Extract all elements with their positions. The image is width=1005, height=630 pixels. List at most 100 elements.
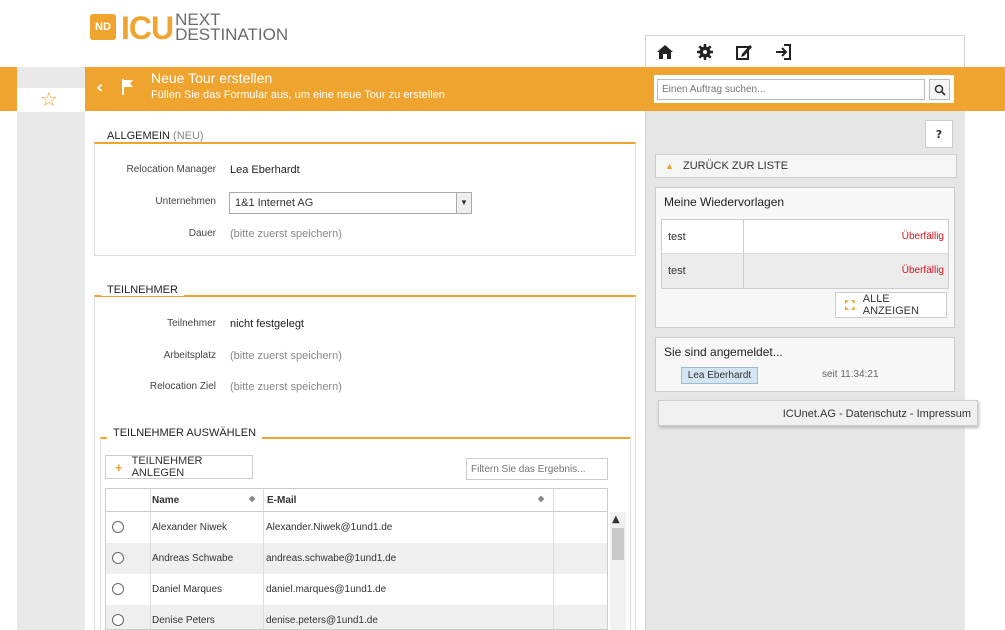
column-divider [263, 543, 264, 574]
gear-icon[interactable] [696, 43, 714, 61]
participants-legend: TEILNEHMER [101, 284, 184, 296]
footer-links[interactable]: ICUnet.AG - Datenschutz - Impressum [658, 400, 978, 426]
page-subtitle: Füllen Sie das Formular aus, um eine neu… [151, 89, 445, 101]
logo-line-2: DESTINATION [175, 25, 289, 44]
left-rail [17, 67, 85, 630]
workplace-label: Arbeitsplatz [163, 350, 216, 361]
table-row[interactable]: Alexander Niwek Alexander.Niwek@1und1.de [106, 512, 607, 543]
reminders-title: Meine Wiedervorlagen [664, 195, 785, 209]
column-divider [150, 543, 151, 574]
sort-icon[interactable]: ◆ [249, 494, 255, 503]
column-divider [263, 512, 264, 543]
column-divider [553, 574, 554, 605]
row-name: Denise Peters [152, 615, 215, 626]
participants-table: Name ◆ E-Mail ◆ Alexander Niwek Alexande… [105, 488, 608, 630]
scroll-up-icon[interactable]: ▲ [612, 514, 620, 525]
column-divider [150, 574, 151, 605]
table-row[interactable]: Andreas Schwabe andreas.schwabe@1und1.de [106, 543, 607, 574]
participant-value: nicht festgelegt [230, 318, 304, 330]
logo-tagline: NEXT DESTINATION [175, 11, 289, 44]
column-divider [743, 220, 744, 253]
reminder-name: test [668, 265, 686, 277]
help-button[interactable]: ? [925, 120, 953, 148]
star-icon[interactable]: ☆ [40, 87, 58, 111]
column-divider [150, 512, 151, 543]
edit-icon[interactable] [735, 43, 753, 61]
column-divider [263, 605, 264, 629]
search-input[interactable] [657, 79, 925, 100]
row-name: Daniel Marques [152, 584, 223, 595]
plus-icon: + [115, 459, 123, 475]
login-title: Sie sind angemeldet... [664, 345, 783, 359]
back-to-list-button[interactable]: ▲ ZURÜCK ZUR LISTE [655, 154, 957, 178]
column-header-email[interactable]: E-Mail [267, 495, 296, 506]
relocation-target-label: Relocation Ziel [149, 381, 216, 392]
scroll-thumb[interactable] [612, 528, 624, 560]
company-select[interactable]: 1&1 Internet AG ▼ [229, 192, 472, 214]
search-icon [934, 84, 946, 96]
logo-badge: ND [90, 14, 116, 40]
row-radio[interactable] [112, 583, 124, 595]
reminder-status: Überfällig [901, 265, 944, 276]
back-to-list-label: ZURÜCK ZUR LISTE [683, 160, 789, 172]
expand-icon [845, 300, 855, 310]
filter-input[interactable] [466, 458, 608, 480]
general-legend-tag: (NEU) [173, 130, 204, 142]
show-all-button[interactable]: ALLE ANZEIGEN [835, 292, 947, 318]
duration-label: Dauer [188, 228, 216, 239]
table-header: Name ◆ E-Mail ◆ [106, 489, 607, 512]
flag-icon [122, 79, 133, 95]
company-select-value: 1&1 Internet AG [235, 197, 314, 209]
column-divider [263, 574, 264, 605]
reminder-name: test [668, 231, 686, 243]
caret-up-icon: ▲ [665, 161, 674, 171]
column-divider [150, 605, 151, 629]
participant-label: Teilnehmer [167, 318, 216, 329]
table-row[interactable]: Denise Peters denise.peters@1und1.de [106, 605, 607, 629]
logout-icon[interactable] [774, 43, 792, 61]
reminder-row[interactable]: test Überfällig [662, 220, 948, 254]
show-all-label: ALLE ANZEIGEN [862, 293, 919, 317]
column-divider [553, 489, 554, 511]
row-email: daniel.marques@1und1.de [266, 584, 387, 595]
sort-icon[interactable]: ◆ [538, 494, 544, 503]
select-participants-legend: TEILNEHMER AUSWÄHLEN [107, 427, 263, 439]
reminder-status: Überfällig [901, 231, 944, 242]
row-radio[interactable] [112, 614, 124, 626]
logo-brand: ICU [121, 10, 174, 46]
reminder-row[interactable]: test Überfällig [662, 254, 948, 288]
toolbar [645, 35, 965, 67]
add-participant-label: TEILNEHMER ANLEGEN [131, 455, 203, 479]
general-legend: ALLGEMEIN (NEU) [101, 130, 210, 142]
company-label: Unternehmen [155, 196, 216, 207]
user-badge[interactable]: Lea Eberhardt [681, 367, 758, 384]
column-divider [553, 605, 554, 629]
back-arrow-icon[interactable]: ‹ [96, 77, 103, 98]
table-row[interactable]: Daniel Marques daniel.marques@1und1.de [106, 574, 607, 605]
page-title: Neue Tour erstellen [151, 70, 273, 86]
relocation-manager-label: Relocation Manager [126, 164, 217, 175]
column-divider [553, 512, 554, 543]
chevron-down-icon[interactable]: ▼ [456, 193, 471, 213]
row-email: andreas.schwabe@1und1.de [266, 553, 397, 564]
general-legend-label: ALLGEMEIN [107, 130, 170, 142]
login-time: seit 11:34:21 [822, 369, 879, 380]
workplace-value: (bitte zuerst speichern) [230, 350, 342, 362]
reminders-table: test Überfällig test Überfällig [661, 219, 949, 289]
relocation-target-value: (bitte zuerst speichern) [230, 381, 342, 393]
row-radio[interactable] [112, 521, 124, 533]
row-name: Alexander Niwek [152, 522, 228, 533]
column-header-name[interactable]: Name [152, 495, 179, 506]
row-radio[interactable] [112, 552, 124, 564]
logo: ND ICU NEXT DESTINATION [90, 10, 289, 46]
search-button[interactable] [929, 79, 950, 100]
column-divider [150, 489, 151, 511]
relocation-manager-value: Lea Eberhardt [230, 164, 300, 176]
column-divider [553, 543, 554, 574]
row-name: Andreas Schwabe [152, 553, 234, 564]
column-divider [743, 254, 744, 288]
home-icon[interactable] [656, 43, 674, 61]
duration-value: (bitte zuerst speichern) [230, 228, 342, 240]
add-participant-button[interactable]: + TEILNEHMER ANLEGEN [105, 455, 253, 479]
row-email: denise.peters@1und1.de [266, 615, 378, 626]
